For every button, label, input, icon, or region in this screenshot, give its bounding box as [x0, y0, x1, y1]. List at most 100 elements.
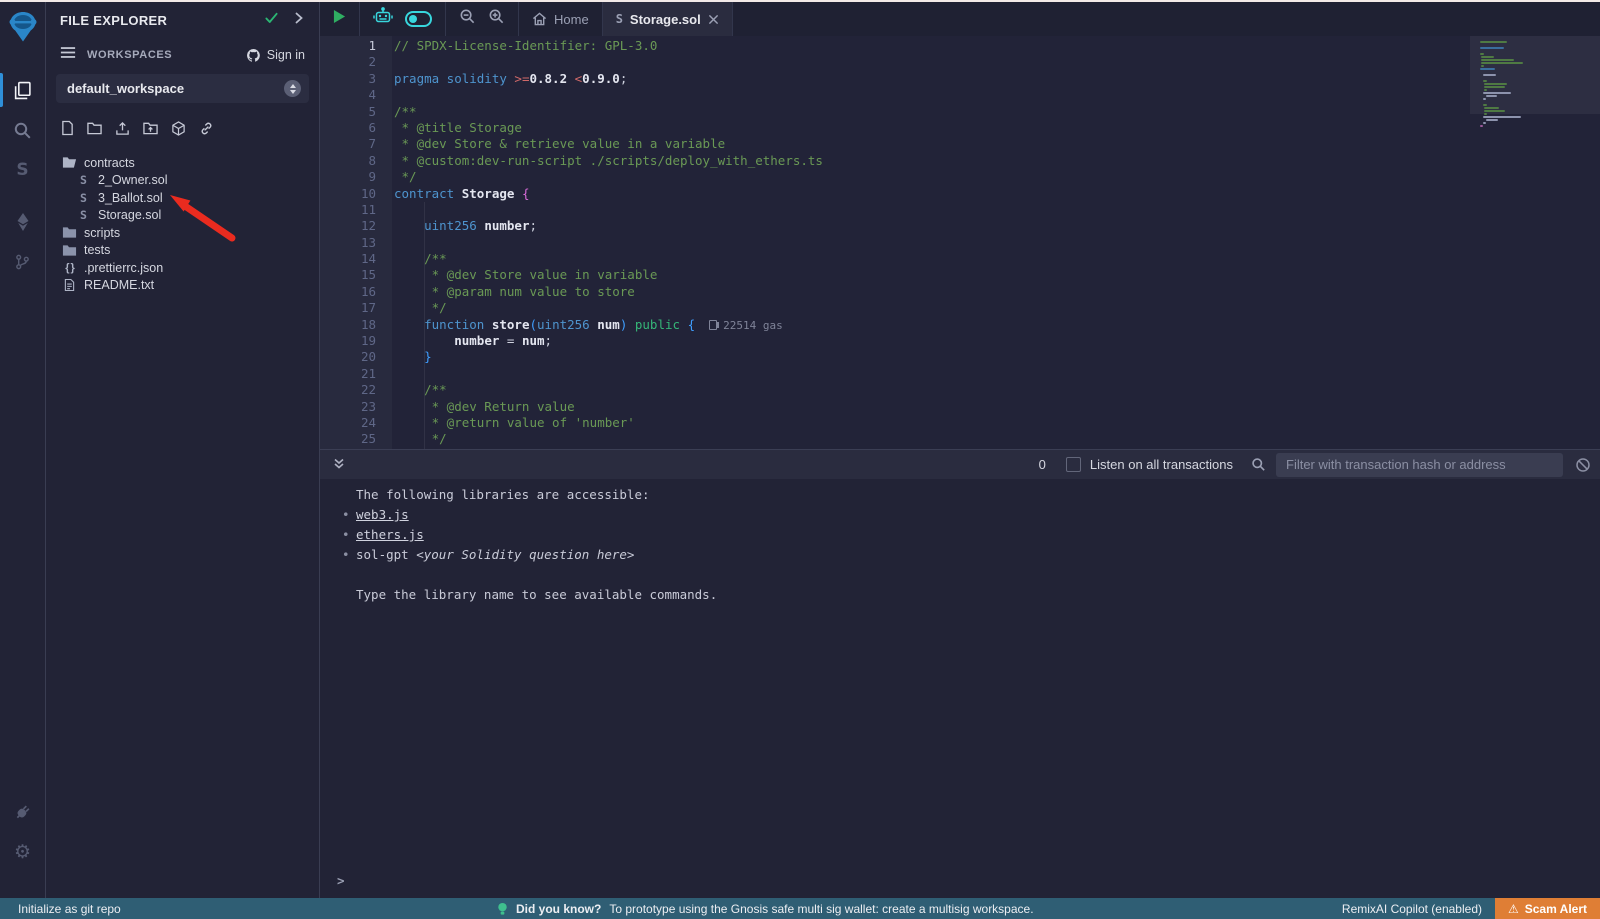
library-link[interactable]: ethers.js	[356, 527, 424, 542]
chevron-right-icon[interactable]	[293, 11, 305, 30]
line-number: 16	[320, 284, 392, 300]
line-number: 17	[320, 300, 392, 316]
search-icon[interactable]	[0, 110, 46, 150]
tree-item-Storage.sol[interactable]: SStorage.sol	[46, 207, 319, 225]
code-line-13	[394, 235, 881, 251]
copilot-status[interactable]: RemixAI Copilot (enabled)	[1342, 902, 1482, 916]
terminal-line: The following libraries are accessible:	[320, 485, 1600, 505]
github-icon	[246, 48, 261, 63]
tree-item-label: contracts	[84, 156, 135, 170]
terminal-search-icon[interactable]	[1251, 457, 1266, 472]
solidity-compiler-icon[interactable]: S	[0, 150, 46, 190]
deploy-run-icon[interactable]	[0, 202, 46, 242]
workspaces-menu-icon[interactable]	[60, 46, 76, 64]
git-icon[interactable]	[0, 242, 46, 282]
line-number: 24	[320, 415, 392, 431]
remix-logo[interactable]	[0, 4, 46, 52]
tree-item-.prettierrc.json[interactable]: { }.prettierrc.json	[46, 259, 319, 277]
terminal-prompt[interactable]: >	[337, 873, 345, 888]
code-line-8: * @custom:dev-run-script ./scripts/deplo…	[394, 153, 881, 169]
listen-transactions-checkbox[interactable]	[1066, 457, 1081, 472]
new-folder-icon[interactable]	[87, 121, 102, 140]
line-number: 25	[320, 431, 392, 447]
code-line-2	[394, 54, 881, 70]
ipfs-cube-icon[interactable]	[171, 121, 186, 141]
sol-icon: S	[76, 191, 91, 205]
remix-app: S ⚙	[0, 2, 1600, 898]
ai-copilot-robot-icon[interactable]	[373, 7, 393, 31]
home-icon	[532, 12, 547, 26]
new-file-icon[interactable]	[61, 120, 74, 141]
bullet: •	[342, 505, 350, 525]
code-editor[interactable]: 1234567891011121314151617181920212223242…	[320, 36, 1600, 449]
json-icon: { }	[62, 262, 77, 274]
gutter: 1234567891011121314151617181920212223242…	[320, 36, 392, 449]
vertical-icon-bar: S ⚙	[0, 2, 46, 898]
upload-file-icon[interactable]	[115, 121, 130, 141]
tree-item-scripts[interactable]: scripts	[46, 224, 319, 242]
workspace-caret-icon	[284, 80, 301, 97]
tree-item-tests[interactable]: tests	[46, 242, 319, 260]
line-number: 4	[320, 87, 392, 103]
close-tab-icon[interactable]	[708, 14, 719, 25]
gas-pump-icon	[709, 320, 717, 330]
line-number: 8	[320, 153, 392, 169]
workspace-select[interactable]: default_workspace	[56, 74, 309, 103]
tab-storage-sol[interactable]: S Storage.sol	[603, 2, 733, 36]
link-icon[interactable]	[199, 121, 214, 141]
file-explorer-icon[interactable]	[0, 70, 46, 110]
zoom-out-icon[interactable]	[459, 8, 476, 30]
code-line-21	[394, 366, 881, 382]
line-number: 10	[320, 186, 392, 202]
line-number: 1	[320, 38, 392, 54]
listen-transactions-label[interactable]: Listen on all transactions	[1090, 457, 1233, 472]
copilot-toggle[interactable]	[405, 11, 432, 27]
bullet: •	[342, 545, 350, 565]
clear-console-icon[interactable]	[1575, 457, 1591, 473]
terminal-line: •sol-gpt <your Solidity question here>	[320, 545, 1600, 565]
code-line-5: /**	[394, 104, 881, 120]
code-line-26: function retrieve() public view returns …	[394, 448, 881, 449]
tree-item-contracts[interactable]: contracts	[46, 154, 319, 172]
terminal-header: 0 Listen on all transactions	[320, 449, 1600, 479]
status-bar: Initialize as git repo Did you know? To …	[0, 898, 1600, 919]
gas-estimate: 22514 gas	[709, 319, 783, 332]
accept-check-icon[interactable]	[264, 11, 279, 30]
scam-alert-button[interactable]: ⚠ Scam Alert	[1495, 898, 1600, 919]
upload-folder-icon[interactable]	[143, 121, 158, 140]
code-line-4	[394, 87, 881, 103]
library-link[interactable]: web3.js	[356, 507, 409, 522]
line-number: 14	[320, 251, 392, 267]
tree-item-label: tests	[84, 243, 110, 257]
settings-gear-icon[interactable]: ⚙	[0, 832, 46, 872]
minimap[interactable]	[1470, 36, 1600, 449]
terminal-line: •ethers.js	[320, 525, 1600, 545]
minimap-lines	[1480, 41, 1523, 128]
tree-item-label: scripts	[84, 226, 120, 240]
run-script-play-icon[interactable]	[333, 9, 346, 29]
tree-item-2_Owner.sol[interactable]: S2_Owner.sol	[46, 172, 319, 190]
sign-in-button[interactable]: Sign in	[246, 48, 305, 63]
init-git-repo-button[interactable]: Initialize as git repo	[0, 902, 121, 916]
tab-home[interactable]: Home	[518, 2, 603, 36]
terminal-expand-icon[interactable]	[333, 458, 345, 471]
transaction-filter-input[interactable]	[1276, 453, 1563, 477]
code-line-15: * @dev Store value in variable	[394, 267, 881, 283]
folder-icon	[62, 244, 77, 257]
tree-item-3_Ballot.sol[interactable]: S3_Ballot.sol	[46, 189, 319, 207]
code-line-3: pragma solidity >=0.8.2 <0.9.0;	[394, 71, 881, 87]
code-line-20: }	[394, 349, 881, 365]
workspace-name: default_workspace	[67, 81, 184, 96]
line-number: 5	[320, 104, 392, 120]
code-line-1: // SPDX-License-Identifier: GPL-3.0	[394, 38, 881, 54]
zoom-in-icon[interactable]	[488, 8, 505, 30]
file-tree: contracts S2_Owner.solS3_Ballot.solSStora…	[46, 151, 319, 294]
plugin-manager-icon[interactable]	[0, 792, 46, 832]
main-area: Home S Storage.sol 123456789101112131415…	[320, 2, 1600, 898]
tree-item-README.txt[interactable]: README.txt	[46, 277, 319, 295]
line-number: 22	[320, 382, 392, 398]
code-line-23: * @dev Return value	[394, 399, 881, 415]
workspaces-label: WORKSPACES	[87, 49, 172, 61]
terminal[interactable]: The following libraries are accessible:•…	[320, 479, 1600, 898]
tree-item-label: README.txt	[84, 278, 154, 292]
